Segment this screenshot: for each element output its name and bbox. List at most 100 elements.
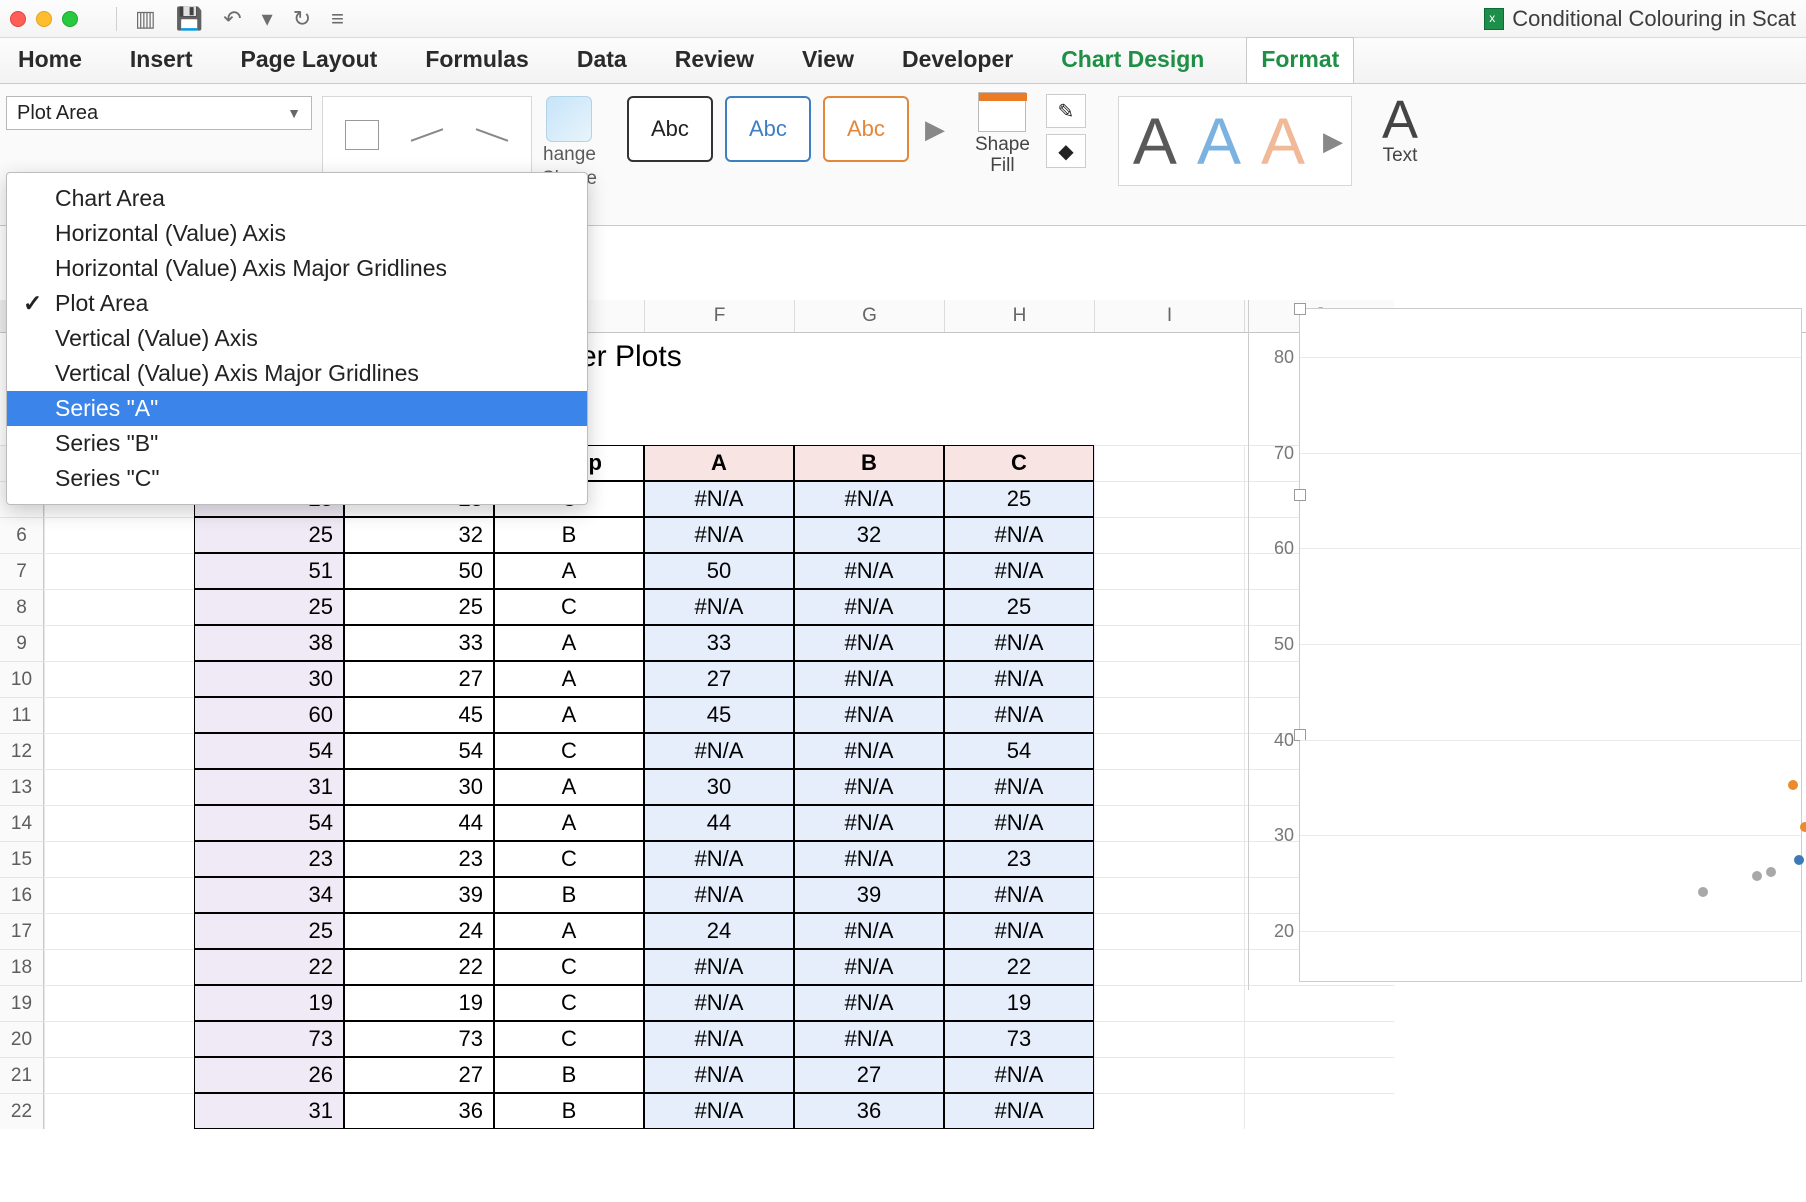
shape-style-2[interactable]: Abc: [725, 96, 811, 162]
cell-b[interactable]: #N/A: [794, 805, 944, 841]
cell-group[interactable]: C: [494, 733, 644, 769]
chart-data-point[interactable]: [1752, 871, 1762, 881]
redo-icon[interactable]: ↻: [293, 6, 311, 32]
cell-c[interactable]: 23: [944, 841, 1094, 877]
cell-y[interactable]: 23: [344, 841, 494, 877]
cell-y[interactable]: 27: [344, 1057, 494, 1093]
cell[interactable]: [1094, 625, 1244, 661]
cell-x[interactable]: 25: [194, 913, 344, 949]
cell-b[interactable]: #N/A: [794, 481, 944, 517]
insert-shapes-gallery[interactable]: [322, 96, 532, 174]
cell[interactable]: [44, 661, 194, 697]
cell-group[interactable]: B: [494, 517, 644, 553]
dropdown-item[interactable]: Horizontal (Value) Axis Major Gridlines: [7, 251, 587, 286]
cell[interactable]: [44, 805, 194, 841]
row-header[interactable]: 11: [0, 697, 44, 733]
cell-y[interactable]: 32: [344, 517, 494, 553]
cell-c[interactable]: #N/A: [944, 913, 1094, 949]
cell-b[interactable]: 39: [794, 877, 944, 913]
cell[interactable]: [44, 841, 194, 877]
cell-c[interactable]: #N/A: [944, 517, 1094, 553]
cell[interactable]: [1094, 589, 1244, 625]
col-i[interactable]: I: [1094, 300, 1244, 332]
cell-x[interactable]: 60: [194, 697, 344, 733]
cell-x[interactable]: 31: [194, 1093, 344, 1129]
table-row[interactable]: 212627B#N/A27#N/A: [0, 1057, 1806, 1093]
chart-data-point[interactable]: [1698, 887, 1708, 897]
cell-a[interactable]: #N/A: [644, 985, 794, 1021]
tab-chart-design[interactable]: Chart Design: [1055, 38, 1210, 83]
gallery-more-icon[interactable]: ▶: [925, 114, 945, 145]
cell[interactable]: [44, 553, 194, 589]
cell-c[interactable]: 22: [944, 949, 1094, 985]
cell-group[interactable]: C: [494, 1021, 644, 1057]
cell-y[interactable]: 54: [344, 733, 494, 769]
cell-a[interactable]: #N/A: [644, 877, 794, 913]
cell-b[interactable]: B: [794, 445, 944, 481]
wordart-style-3[interactable]: A: [1255, 103, 1311, 179]
dropdown-item[interactable]: Chart Area: [7, 181, 587, 216]
cell-group[interactable]: A: [494, 697, 644, 733]
cell-group[interactable]: B: [494, 1057, 644, 1093]
cell[interactable]: [1094, 697, 1244, 733]
cell-x[interactable]: 38: [194, 625, 344, 661]
cell[interactable]: [1244, 1021, 1394, 1057]
cell[interactable]: [1244, 985, 1394, 1021]
cell-a[interactable]: 33: [644, 625, 794, 661]
cell-a[interactable]: #N/A: [644, 841, 794, 877]
tab-page-layout[interactable]: Page Layout: [235, 38, 384, 83]
cell-y[interactable]: 30: [344, 769, 494, 805]
cell-x[interactable]: 54: [194, 733, 344, 769]
cell-c[interactable]: 25: [944, 589, 1094, 625]
cell-x[interactable]: 34: [194, 877, 344, 913]
dropdown-item[interactable]: Series "A": [7, 391, 587, 426]
cell-a[interactable]: #N/A: [644, 1057, 794, 1093]
cell-group[interactable]: C: [494, 949, 644, 985]
minimize-icon[interactable]: [36, 11, 52, 27]
cell-x[interactable]: 51: [194, 553, 344, 589]
cell-group[interactable]: A: [494, 913, 644, 949]
cell[interactable]: [44, 985, 194, 1021]
cell-c[interactable]: #N/A: [944, 661, 1094, 697]
cell-a[interactable]: #N/A: [644, 1093, 794, 1129]
cell-b[interactable]: #N/A: [794, 913, 944, 949]
row-header[interactable]: 17: [0, 913, 44, 949]
cell-a[interactable]: A: [644, 445, 794, 481]
cell[interactable]: [1094, 553, 1244, 589]
cell[interactable]: [1094, 1093, 1244, 1129]
cell-y[interactable]: 45: [344, 697, 494, 733]
cell[interactable]: [44, 589, 194, 625]
cell-a[interactable]: #N/A: [644, 1021, 794, 1057]
shape-style-3[interactable]: Abc: [823, 96, 909, 162]
cell-x[interactable]: 54: [194, 805, 344, 841]
textbox-shape-icon[interactable]: [345, 120, 379, 150]
cell-a[interactable]: 45: [644, 697, 794, 733]
dropdown-item[interactable]: Series "B": [7, 426, 587, 461]
tab-developer[interactable]: Developer: [896, 38, 1019, 83]
cell-x[interactable]: 30: [194, 661, 344, 697]
cell-group[interactable]: B: [494, 1093, 644, 1129]
cell-group[interactable]: A: [494, 553, 644, 589]
row-header[interactable]: 16: [0, 877, 44, 913]
cell[interactable]: [44, 913, 194, 949]
chart-handle-nw[interactable]: [1294, 303, 1306, 315]
cell-group[interactable]: A: [494, 661, 644, 697]
cell-a[interactable]: #N/A: [644, 517, 794, 553]
cell[interactable]: [44, 1093, 194, 1129]
cell[interactable]: [1094, 1057, 1244, 1093]
chart-data-point[interactable]: [1794, 855, 1804, 865]
cell-y[interactable]: 33: [344, 625, 494, 661]
tab-insert[interactable]: Insert: [124, 38, 199, 83]
cell-y[interactable]: 36: [344, 1093, 494, 1129]
cell-y[interactable]: 25: [344, 589, 494, 625]
undo-icon[interactable]: ↶: [223, 6, 241, 32]
wordart-more-icon[interactable]: ▶: [1323, 126, 1343, 157]
cell[interactable]: [1094, 661, 1244, 697]
chart-plot-area[interactable]: 80706050403020: [1299, 308, 1802, 982]
table-row[interactable]: 191919C#N/A#N/A19: [0, 985, 1806, 1021]
cell-c[interactable]: C: [944, 445, 1094, 481]
line-shape-icon-2[interactable]: [476, 128, 509, 142]
chart-element-selector[interactable]: Plot Area ▼: [6, 96, 312, 130]
cell[interactable]: [1094, 841, 1244, 877]
row-header[interactable]: 15: [0, 841, 44, 877]
